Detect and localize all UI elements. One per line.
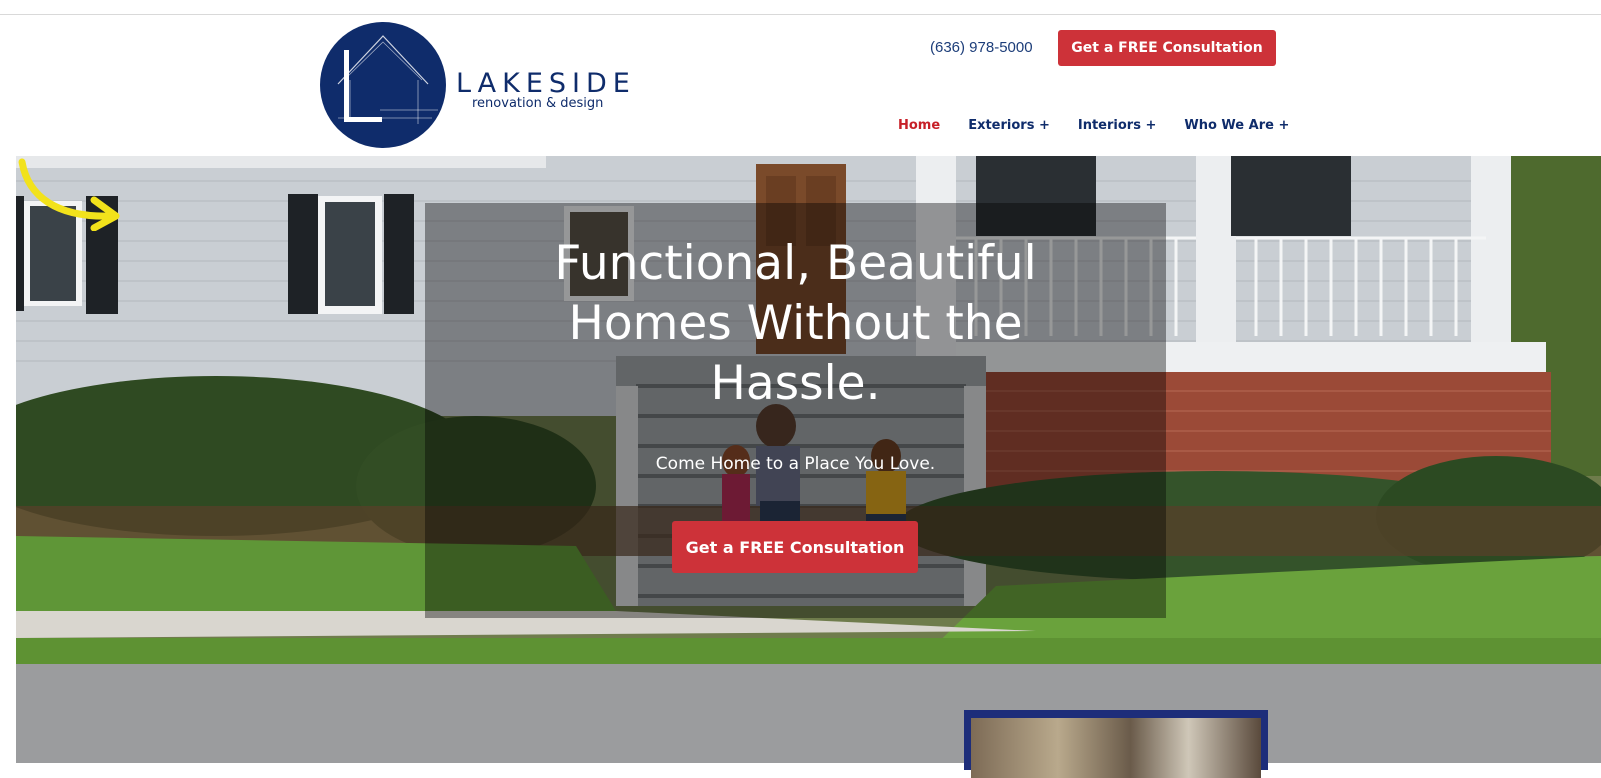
logo-wordmark: LAKESIDE — [456, 68, 636, 99]
site-logo[interactable]: LAKESIDE renovation & design — [320, 22, 640, 150]
hero-headline-line: Hassle. — [710, 356, 881, 411]
next-section — [16, 664, 1601, 778]
logo-emblem — [320, 22, 446, 148]
phone-link[interactable]: (636) 978-5000 — [930, 39, 1033, 56]
hero-headline-line: Homes Without the — [568, 296, 1023, 351]
nav-item-who-we-are[interactable]: Who We Are + — [1184, 118, 1289, 133]
main-nav: Home Exteriors + Interiors + Who We Are … — [898, 118, 1289, 133]
hero-subtitle: Come Home to a Place You Love. — [655, 454, 936, 474]
header-consultation-button[interactable]: Get a FREE Consultation — [1058, 30, 1276, 66]
page-margin — [0, 15, 16, 763]
team-photo — [971, 718, 1261, 778]
hero-headline-line: Functional, Beautiful — [554, 236, 1037, 291]
curved-arrow-icon — [18, 158, 120, 231]
hero-consultation-button[interactable]: Get a FREE Consultation — [672, 521, 918, 573]
team-photo-frame — [964, 710, 1268, 778]
nav-item-home[interactable]: Home — [898, 118, 940, 133]
nav-item-interiors[interactable]: Interiors + — [1078, 118, 1157, 133]
logo-tagline: renovation & design — [472, 96, 604, 111]
nav-item-exteriors[interactable]: Exteriors + — [968, 118, 1050, 133]
hero-headline: Functional, Beautiful Homes Without the … — [425, 234, 1166, 414]
top-divider — [0, 14, 1601, 15]
house-icon — [337, 35, 438, 124]
hero-section: Functional, Beautiful Homes Without the … — [16, 156, 1601, 664]
